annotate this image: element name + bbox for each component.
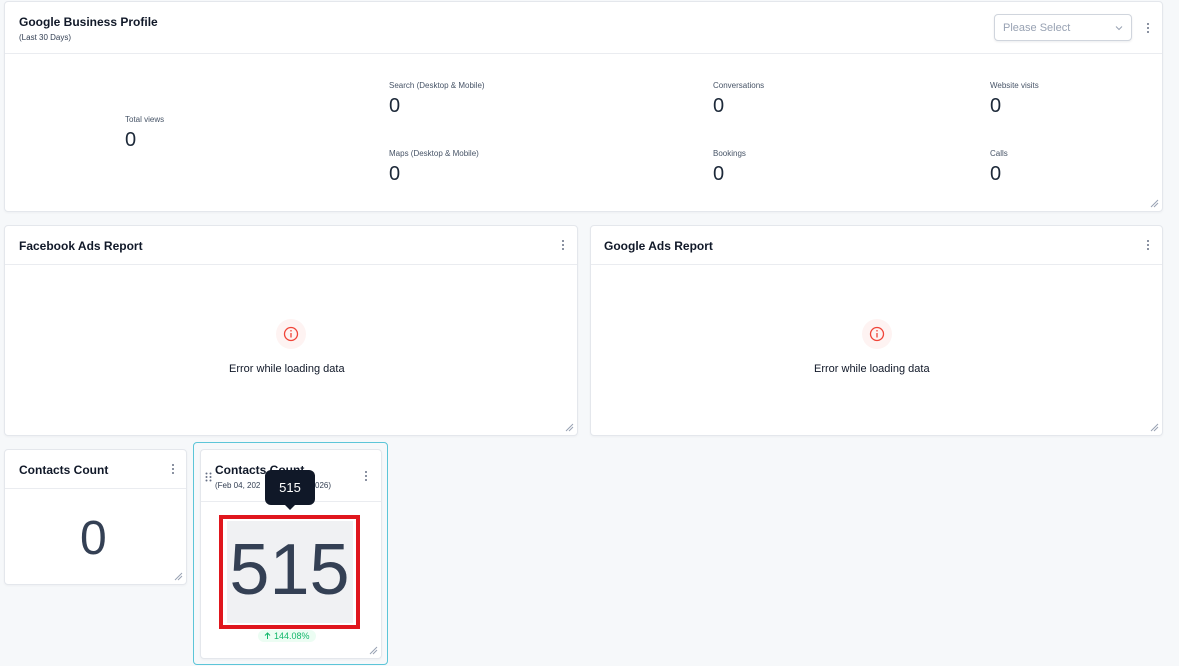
facebook-ads-divider: [5, 264, 577, 265]
gbp-period-select[interactable]: Please Select: [994, 14, 1132, 41]
chevron-down-icon: [1115, 25, 1123, 30]
calls-value: 0: [990, 163, 1002, 185]
google-ads-error-text: Error while loading data: [814, 363, 930, 375]
maps-value: 0: [389, 163, 401, 185]
facebook-ads-kebab-menu-icon[interactable]: [558, 238, 568, 252]
resize-handle-icon[interactable]: [565, 423, 574, 432]
conversations-value: 0: [713, 95, 725, 117]
contacts-count-card: Contacts Count 0: [4, 449, 187, 585]
contacts-count-2-kebab-menu-icon[interactable]: [361, 469, 371, 483]
facebook-ads-card: Facebook Ads Report Error while loading …: [4, 225, 578, 436]
total-views-label: Total views: [125, 115, 165, 124]
drag-handle-icon[interactable]: [205, 472, 212, 482]
search-label: Search (Desktop & Mobile): [389, 81, 485, 90]
arrow-up-icon: [264, 632, 271, 639]
total-views-value: 0: [125, 129, 137, 151]
website-visits-label: Website visits: [990, 81, 1039, 90]
contacts-count-value: 0: [80, 512, 107, 565]
google-ads-title: Google Ads Report: [604, 239, 713, 253]
gbp-divider: [5, 53, 1162, 54]
website-visits-value: 0: [990, 95, 1002, 117]
resize-handle-icon[interactable]: [1150, 423, 1159, 432]
contacts-count-2-value: 515: [229, 530, 350, 610]
value-tooltip: 515: [265, 470, 315, 510]
facebook-ads-error-text: Error while loading data: [229, 363, 345, 375]
gbp-title: Google Business Profile: [19, 15, 158, 29]
google-ads-divider: [591, 264, 1162, 265]
change-value: 144.08%: [274, 631, 310, 641]
info-circle-icon: [869, 326, 885, 342]
search-value: 0: [389, 95, 401, 117]
contacts-count-divider: [5, 488, 186, 489]
gbp-subtitle: (Last 30 Days): [19, 33, 72, 42]
gbp-kebab-menu-icon[interactable]: [1143, 21, 1153, 35]
contacts-count-kebab-menu-icon[interactable]: [168, 462, 178, 476]
gbp-card: Google Business Profile (Last 30 Days) P…: [4, 1, 1163, 212]
google-ads-error-icon-wrap: [862, 319, 892, 349]
google-ads-card: Google Ads Report Error while loading da…: [590, 225, 1163, 436]
google-ads-kebab-menu-icon[interactable]: [1143, 238, 1153, 252]
bookings-value: 0: [713, 163, 725, 185]
change-badge: 144.08%: [258, 630, 316, 642]
conversations-label: Conversations: [713, 81, 765, 90]
contacts-count-title: Contacts Count: [19, 463, 109, 477]
bookings-label: Bookings: [713, 149, 746, 158]
gbp-select-placeholder: Please Select: [1003, 21, 1071, 34]
maps-label: Maps (Desktop & Mobile): [389, 149, 479, 158]
resize-handle-icon[interactable]: [369, 646, 378, 655]
resize-handle-icon[interactable]: [174, 572, 183, 581]
contacts-count-2-subtitle-end: 026): [315, 481, 332, 490]
calls-label: Calls: [990, 149, 1008, 158]
contacts-count-2-subtitle: (Feb 04, 202: [215, 481, 261, 490]
facebook-ads-error-icon-wrap: [276, 319, 306, 349]
facebook-ads-title: Facebook Ads Report: [19, 239, 143, 253]
resize-handle-icon[interactable]: [1150, 199, 1159, 208]
info-circle-icon: [283, 326, 299, 342]
metric-highlight-box: 515: [219, 515, 360, 629]
